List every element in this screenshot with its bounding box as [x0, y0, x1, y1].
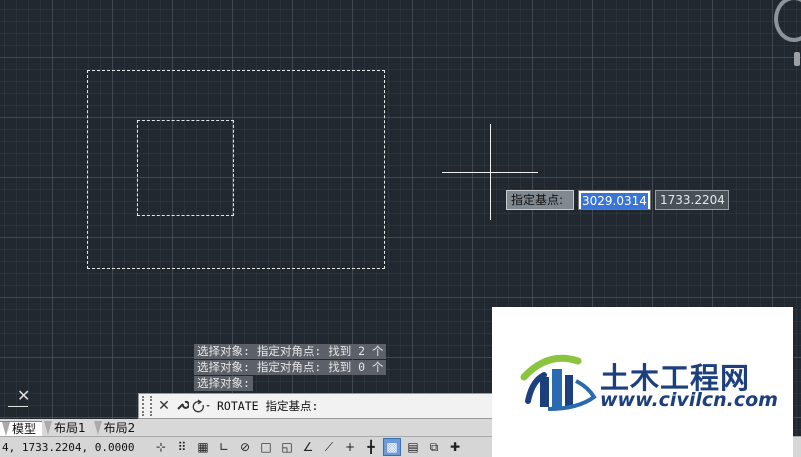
infer-constraints-icon[interactable]: ⊹ — [152, 438, 170, 456]
object-snap-tracking-icon[interactable]: ∠ — [299, 438, 317, 456]
history-line: 选择对象: — [194, 376, 253, 391]
layout-tabs: 模型 布局1 布局2 — [0, 419, 498, 436]
inner-selected-rectangle[interactable] — [137, 120, 234, 216]
history-line: 选择对象: 指定对角点: 找到 0 个 — [194, 360, 387, 375]
outer-selected-rectangle[interactable] — [87, 70, 385, 269]
watermark-panel: 土木工程网 www.civilcn.com — [492, 307, 793, 457]
dynamic-input-y-field[interactable]: 1733.2204 — [655, 190, 729, 210]
dynamic-input-icon[interactable]: + — [341, 438, 359, 456]
wrench-icon[interactable] — [173, 398, 191, 415]
selection-cycling-icon[interactable]: ⧉ — [425, 438, 443, 456]
navigation-bar-handle[interactable] — [794, 52, 800, 66]
tab-layout1[interactable]: 布局1 — [42, 421, 92, 436]
snap-mode-icon[interactable]: ⠿ — [173, 438, 191, 456]
command-history: 选择对象: 指定对角点: 找到 2 个 选择对象: 指定对角点: 找到 0 个 … — [194, 344, 387, 392]
cursor-coordinates[interactable]: 4, 1733.2204, 0.0000 — [0, 441, 152, 454]
rotate-icon[interactable] — [191, 399, 213, 413]
command-line[interactable]: ✕ ROTATE 指定基点: — [138, 393, 498, 419]
ucs-icon: ✕ — [8, 388, 32, 408]
command-input[interactable]: ROTATE 指定基点: — [217, 398, 318, 414]
dynamic-input-prompt: 指定基点: — [506, 190, 574, 210]
transparency-icon[interactable]: ▩ — [383, 438, 401, 456]
grip-handle-icon[interactable] — [142, 396, 152, 416]
crosshair-horizontal — [442, 172, 538, 173]
dynamic-ucs-icon[interactable]: ⟋ — [320, 438, 338, 456]
3d-object-snap-icon[interactable]: ◱ — [278, 438, 296, 456]
close-icon[interactable]: ✕ — [155, 398, 173, 414]
polar-tracking-icon[interactable]: ⊘ — [236, 438, 254, 456]
ucs-x-mark: ✕ — [17, 386, 31, 405]
watermark-url: www.civilcn.com — [600, 389, 778, 411]
history-line: 选择对象: 指定对角点: 找到 2 个 — [194, 344, 387, 359]
ortho-mode-icon[interactable]: ∟ — [215, 438, 233, 456]
object-snap-icon[interactable]: □ — [257, 438, 275, 456]
annotation-monitor-icon[interactable]: ✚ — [446, 438, 464, 456]
tab-model[interactable]: 模型 — [0, 421, 43, 436]
lineweight-icon[interactable]: ╋ — [362, 438, 380, 456]
dynamic-input-x-field[interactable]: 3029.0314 — [578, 190, 651, 210]
quick-properties-icon[interactable]: ▤ — [404, 438, 422, 456]
ucs-axis-line — [8, 406, 28, 407]
civilcn-logo-icon — [520, 354, 597, 411]
tab-layout2[interactable]: 布局2 — [92, 421, 142, 436]
grid-display-icon[interactable]: ▦ — [194, 438, 212, 456]
dynamic-input-x-value: 3029.0314 — [581, 193, 648, 209]
